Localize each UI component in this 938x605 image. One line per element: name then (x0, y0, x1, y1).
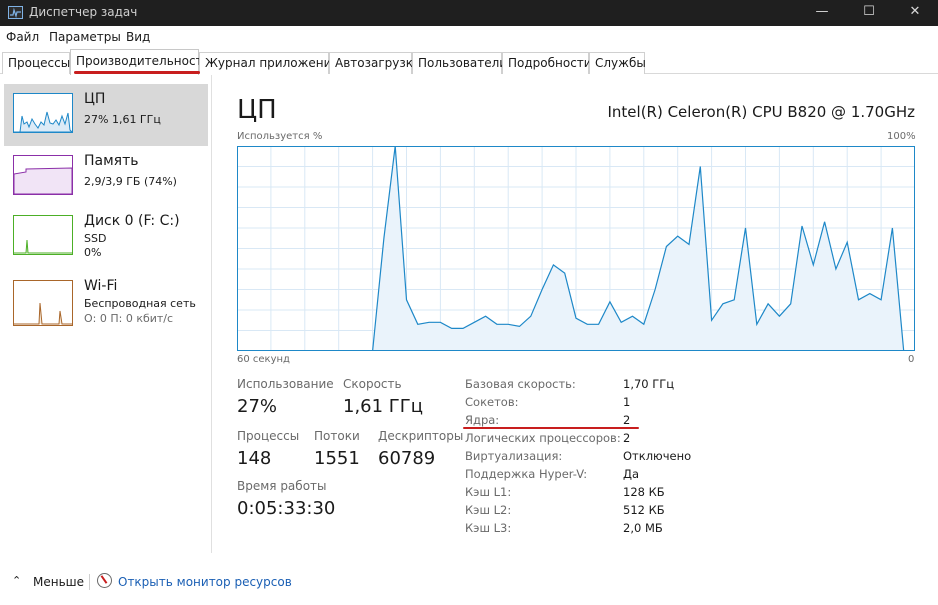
info-value: 512 КБ (623, 503, 665, 517)
usage-label: Использование (237, 377, 334, 391)
info-label: Базовая скорость: (465, 377, 576, 391)
info-value: 2 (623, 431, 631, 445)
chevron-up-icon[interactable]: ⌃ (12, 574, 21, 587)
sidebar-item-detail: 2,9/3,9 ГБ (74%) (84, 175, 177, 188)
info-value: Отключено (623, 449, 692, 463)
info-label: Виртуализация: (465, 449, 563, 463)
cpu-model: Intel(R) Celeron(R) CPU B820 @ 1.70GHz (607, 103, 915, 121)
wifi-thumbnail (13, 280, 73, 326)
tab-app-history[interactable]: Журнал приложений (199, 52, 339, 74)
footer: ⌃ Меньше Открыть монитор ресурсов (0, 562, 938, 602)
resource-monitor-icon (97, 573, 112, 588)
sidebar-item-detail: 0% (84, 246, 102, 259)
divider (89, 574, 90, 590)
tab-startup[interactable]: Автозагрузка (329, 52, 420, 74)
sidebar-item-detail: Беспроводная сеть (84, 297, 196, 310)
close-button[interactable]: ✕ (892, 0, 938, 26)
sidebar: ЦП 27% 1,61 ГГц Память 2,9/3,9 ГБ (74%) … (0, 75, 212, 553)
window-title: Диспетчер задач (29, 5, 138, 19)
handles-value: 60789 (378, 448, 436, 469)
sidebar-item-name: ЦП (84, 91, 106, 107)
info-value: 2 (623, 413, 631, 427)
sidebar-item-detail: SSD (84, 232, 107, 245)
sidebar-item-detail: О: 0 П: 0 кбит/с (84, 312, 174, 325)
processes-value: 148 (237, 448, 272, 469)
uptime-label: Время работы (237, 479, 327, 493)
sidebar-item-detail: 27% 1,61 ГГц (84, 113, 161, 126)
annotation-underline (463, 427, 639, 429)
info-label: Логических процессоров: (465, 431, 621, 445)
sidebar-item-memory[interactable]: Память 2,9/3,9 ГБ (74%) (4, 146, 208, 208)
tab-users[interactable]: Пользователи (412, 52, 507, 74)
speed-label: Скорость (343, 377, 402, 391)
speed-value: 1,61 ГГц (343, 396, 424, 417)
chart-ylabel: Используется % (237, 131, 323, 142)
info-label: Кэш L2: (465, 503, 512, 517)
info-value: 2,0 МБ (623, 521, 663, 535)
chart-xlabel-left: 60 секунд (237, 354, 290, 365)
info-value: 128 КБ (623, 485, 665, 499)
processes-label: Процессы (237, 429, 300, 443)
info-label: Сокетов: (465, 395, 519, 409)
cpu-usage-chart (237, 146, 915, 351)
threads-value: 1551 (314, 448, 360, 469)
menu-options[interactable]: Параметры (49, 30, 121, 44)
title-bar[interactable]: Диспетчер задач — ☐ ✕ (0, 0, 938, 26)
info-value: Да (623, 467, 640, 481)
sidebar-item-wifi[interactable]: Wi-Fi Беспроводная сеть О: 0 П: 0 кбит/с (4, 271, 208, 333)
task-manager-icon (8, 6, 23, 19)
tab-processes[interactable]: Процессы (2, 52, 70, 74)
info-value: 1,70 ГГц (623, 377, 675, 391)
info-label: Поддержка Hyper-V: (465, 467, 588, 481)
info-value: 1 (623, 395, 631, 409)
sidebar-item-name: Диск 0 (F: C:) (84, 213, 180, 229)
menu-bar: Файл Параметры Вид (0, 26, 938, 48)
open-resource-monitor-link[interactable]: Открыть монитор ресурсов (118, 575, 292, 589)
fewer-details-button[interactable]: Меньше (33, 575, 84, 589)
tab-services[interactable]: Службы (589, 52, 646, 74)
info-label: Ядра: (465, 413, 500, 427)
memory-thumbnail (13, 155, 73, 195)
sidebar-item-name: Wi-Fi (84, 278, 118, 294)
sidebar-item-cpu[interactable]: ЦП 27% 1,61 ГГц (4, 84, 208, 146)
chart-xlabel-right: 0 (908, 354, 915, 365)
uptime-value: 0:05:33:30 (237, 498, 336, 519)
annotation-underline (74, 71, 200, 74)
chart-ymax-label: 100% (887, 131, 916, 142)
menu-view[interactable]: Вид (126, 30, 150, 44)
disk-thumbnail (13, 215, 73, 255)
handles-label: Дескрипторы (378, 429, 464, 443)
usage-value: 27% (237, 396, 278, 417)
sidebar-item-name: Память (84, 153, 139, 169)
info-label: Кэш L3: (465, 521, 512, 535)
menu-file[interactable]: Файл (6, 30, 39, 44)
page-title: ЦП (237, 95, 277, 125)
info-label: Кэш L1: (465, 485, 512, 499)
minimize-button[interactable]: — (799, 0, 845, 26)
threads-label: Потоки (314, 429, 360, 443)
maximize-button[interactable]: ☐ (846, 0, 892, 26)
sidebar-item-disk[interactable]: Диск 0 (F: C:) SSD 0% (4, 206, 208, 268)
cpu-thumbnail (13, 93, 74, 133)
tab-details[interactable]: Подробности (502, 52, 592, 74)
